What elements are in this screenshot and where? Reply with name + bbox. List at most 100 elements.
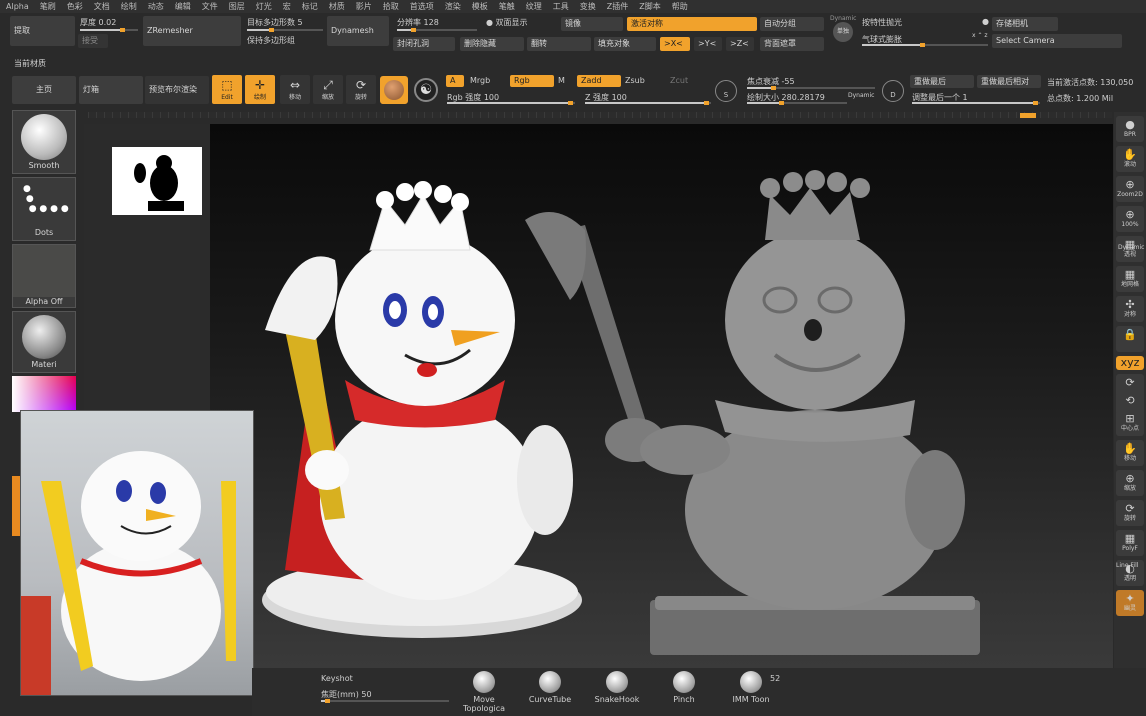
alpha-off-tile[interactable]: Alpha Off bbox=[12, 244, 76, 308]
menu-item[interactable]: 拾取 bbox=[383, 0, 399, 13]
keep-groups-button[interactable]: 保持多边形组 bbox=[247, 35, 295, 46]
backface-mask-button[interactable]: 背面遮罩 bbox=[760, 37, 824, 51]
flip-button[interactable]: 翻转 bbox=[527, 37, 591, 51]
focal-shift-slider[interactable] bbox=[747, 86, 875, 90]
right-shelf-zoom2d-button[interactable]: ⊕ Zoom2D bbox=[1116, 176, 1144, 202]
draw-size-slider[interactable] bbox=[747, 101, 847, 105]
symmetry-y-button[interactable]: >Y< bbox=[694, 37, 722, 51]
m-button[interactable]: M bbox=[558, 76, 565, 85]
redo-last-button[interactable]: 重做最后 bbox=[910, 75, 974, 88]
a-toggle[interactable]: A bbox=[446, 75, 464, 87]
menu-item[interactable]: Z插件 bbox=[607, 0, 628, 13]
stroke-dots-tile[interactable]: ● ● ● ● ● ● Dots bbox=[12, 177, 76, 241]
right-shelf-xyz-button[interactable]: xyz bbox=[1116, 356, 1144, 370]
menu-item[interactable]: 灯光 bbox=[256, 0, 272, 13]
select-camera-button[interactable]: Select Camera bbox=[992, 34, 1122, 48]
resolution-slider[interactable] bbox=[397, 28, 477, 32]
edit-mode-button[interactable]: ⬚ Edit bbox=[212, 75, 242, 104]
right-shelf-sym-local-button[interactable]: ✣ 对称 bbox=[1116, 296, 1144, 322]
color-picker[interactable] bbox=[12, 376, 76, 412]
mirror-button[interactable]: 镜像 bbox=[561, 17, 623, 31]
balloon-slider[interactable] bbox=[862, 43, 988, 47]
solo-button[interactable]: 单独 bbox=[833, 22, 853, 42]
material-tile[interactable]: Materi bbox=[12, 311, 76, 373]
brush-smooth-tile[interactable]: Smooth bbox=[12, 110, 76, 174]
menu-item[interactable]: 材质 bbox=[329, 0, 345, 13]
dynamic-push-label[interactable]: 按特性抛光 bbox=[862, 17, 902, 28]
menu-item[interactable]: 绘制 bbox=[121, 0, 137, 13]
lightbox-button[interactable]: 灯箱 bbox=[79, 76, 143, 104]
right-shelf-rotate-button[interactable]: ⟳ 旋转 bbox=[1116, 500, 1144, 526]
right-shelf-floor-button[interactable]: ▦ 地网格 bbox=[1116, 266, 1144, 292]
right-shelf-frame-button[interactable]: ⊞ 中心点 bbox=[1116, 410, 1144, 436]
right-shelf-ghost-button[interactable]: ✦ 幽灵 bbox=[1116, 590, 1144, 616]
close-holes-button[interactable]: 封闭孔洞 bbox=[393, 37, 455, 51]
material-swatch-button[interactable] bbox=[380, 76, 408, 104]
zadd-button[interactable]: Zadd bbox=[577, 75, 621, 87]
menu-item[interactable]: 帮助 bbox=[672, 0, 688, 13]
menu-item[interactable]: 笔触 bbox=[499, 0, 515, 13]
right-shelf-lock-button[interactable]: 🔒 bbox=[1116, 326, 1144, 352]
menu-item[interactable]: 标记 bbox=[302, 0, 318, 13]
menu-item[interactable]: 宏 bbox=[283, 0, 291, 13]
menu-item[interactable]: Z脚本 bbox=[639, 0, 660, 13]
zcut-button[interactable]: Zcut bbox=[670, 76, 688, 85]
right-shelf-scroll-button[interactable]: ✋ 滚动 bbox=[1116, 146, 1144, 172]
right-shelf-move-button[interactable]: ✋ 移动 bbox=[1116, 440, 1144, 466]
auto-groups-button[interactable]: 自动分组 bbox=[760, 17, 824, 31]
save-camera-button[interactable]: 存储相机 bbox=[992, 17, 1058, 31]
brush-move-topologica[interactable]: Move Topologica bbox=[452, 671, 516, 713]
right-shelf-polyf-button[interactable]: ▦ PolyF bbox=[1116, 530, 1144, 556]
menu-item[interactable]: 图层 bbox=[229, 0, 245, 13]
menu-item[interactable]: 变换 bbox=[580, 0, 596, 13]
zsub-button[interactable]: Zsub bbox=[625, 76, 645, 85]
texture-swatch-button[interactable]: ☯ bbox=[414, 78, 438, 102]
menu-item[interactable]: 模板 bbox=[472, 0, 488, 13]
brush-curvetube[interactable]: CurveTube bbox=[518, 671, 582, 704]
z-intensity-slider[interactable] bbox=[585, 101, 711, 105]
right-shelf-zoom100-button[interactable]: ⊕ 100% bbox=[1116, 206, 1144, 232]
fill-object-button[interactable]: 填充对象 bbox=[594, 37, 656, 51]
brush-pinch[interactable]: Pinch bbox=[652, 671, 716, 704]
stroke-d-icon[interactable]: D bbox=[882, 80, 904, 102]
move-mode-button[interactable]: ⇔ 移动 bbox=[280, 75, 310, 104]
stroke-s-icon[interactable]: S bbox=[715, 80, 737, 102]
keyshot-button[interactable]: Keyshot bbox=[321, 674, 353, 683]
rgb-intensity-slider[interactable] bbox=[447, 101, 575, 105]
focal-length-slider[interactable] bbox=[321, 699, 449, 703]
main-button[interactable]: 主页 bbox=[12, 76, 76, 104]
symmetry-z-button[interactable]: >Z< bbox=[726, 37, 754, 51]
menu-item[interactable]: 影片 bbox=[356, 0, 372, 13]
menu-item[interactable]: 笔刷 bbox=[40, 0, 56, 13]
draw-mode-button[interactable]: ✛ 绘制 bbox=[245, 75, 275, 104]
menu-item[interactable]: 首选项 bbox=[410, 0, 434, 13]
snowman-sculpt-model[interactable] bbox=[515, 170, 985, 660]
menu-item[interactable]: Alpha bbox=[6, 0, 29, 13]
brush-snakehook[interactable]: SnakeHook bbox=[585, 671, 649, 704]
preview-bpr-button[interactable]: 预览布尔渲染 bbox=[145, 76, 209, 104]
scale-mode-button[interactable]: ⤢ 缩放 bbox=[313, 75, 343, 104]
menu-item[interactable]: 工具 bbox=[553, 0, 569, 13]
zremesher-button[interactable]: ZRemesher bbox=[143, 16, 241, 46]
menu-item[interactable]: 纹理 bbox=[526, 0, 542, 13]
dynamic-size-toggle[interactable]: Dynamic bbox=[848, 92, 874, 99]
double-display-toggle[interactable]: ● 双面显示 bbox=[486, 17, 528, 28]
rotate-mode-button[interactable]: ⟳ 旋转 bbox=[346, 75, 376, 104]
accept-button[interactable]: 接受 bbox=[78, 34, 108, 48]
delete-hidden-button[interactable]: 删除隐藏 bbox=[460, 37, 524, 51]
menu-item[interactable]: 编辑 bbox=[175, 0, 191, 13]
right-shelf-bpr-button[interactable]: ● BPR bbox=[1116, 116, 1144, 142]
adjust-last-slider[interactable] bbox=[912, 101, 1040, 105]
right-shelf-zoom-button[interactable]: ⊕ 缩放 bbox=[1116, 470, 1144, 496]
menu-item[interactable]: 动态 bbox=[148, 0, 164, 13]
target-poly-slider[interactable] bbox=[247, 28, 323, 32]
thickness-slider[interactable] bbox=[80, 28, 138, 32]
menu-item[interactable]: 渲染 bbox=[445, 0, 461, 13]
menu-item[interactable]: 色彩 bbox=[67, 0, 83, 13]
menu-item[interactable]: 文件 bbox=[202, 0, 218, 13]
menu-item[interactable]: 文档 bbox=[94, 0, 110, 13]
dynamesh-button[interactable]: Dynamesh bbox=[327, 16, 389, 46]
symmetry-x-button[interactable]: >X< bbox=[660, 37, 690, 51]
mrgb-button[interactable]: Mrgb bbox=[470, 76, 490, 85]
redo-last-relative-button[interactable]: 重做最后相对 bbox=[977, 75, 1041, 88]
